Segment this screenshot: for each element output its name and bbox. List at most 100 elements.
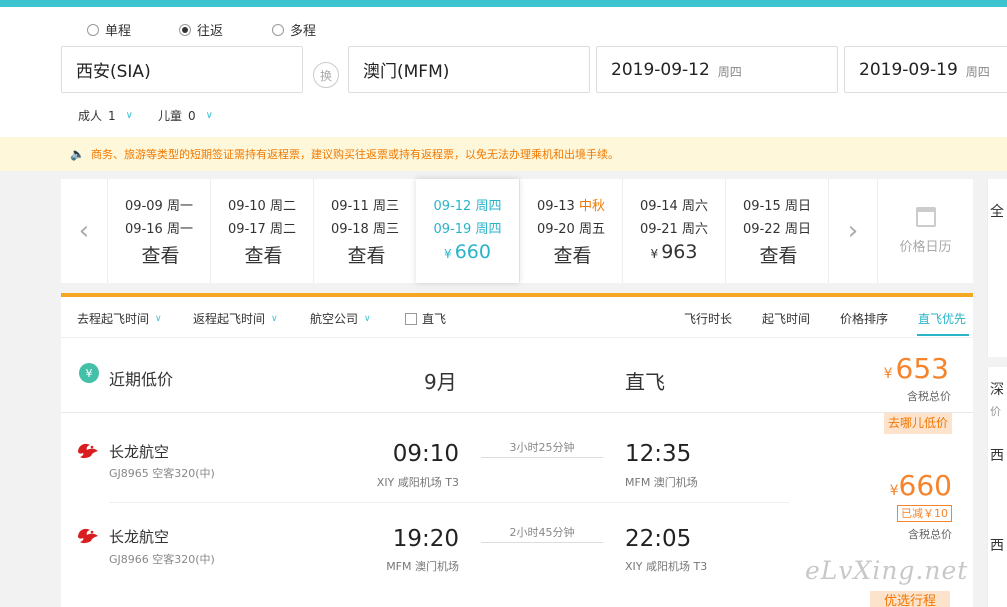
- child-selector[interactable]: 儿童 0 ∨: [158, 107, 213, 124]
- filter-label: 直飞: [422, 312, 447, 326]
- date-cell-selected[interactable]: 09-12 周四 09-19 周四 ¥660: [416, 179, 519, 283]
- trip-type-label: 单程: [105, 24, 132, 39]
- date-line-2: 09-20 周五: [537, 222, 605, 237]
- sort-price[interactable]: 价格排序: [840, 310, 888, 327]
- depart-date-input[interactable]: 2019-09-12 周四: [596, 46, 838, 93]
- from-city-value: 西安(SIA): [76, 62, 151, 82]
- tax-included-label: 含税总价: [907, 390, 951, 403]
- chevron-down-icon: ∨: [205, 110, 213, 121]
- date-price: 查看: [759, 245, 798, 267]
- date-price-bar: ‹ 09-09 周一 09-16 周一 查看 09-10 周二 09-17 周二…: [61, 179, 973, 283]
- adult-selector[interactable]: 成人 1 ∨: [78, 107, 133, 124]
- airline-name: 长龙航空: [109, 528, 170, 546]
- prev-dates-arrow[interactable]: ‹: [61, 179, 107, 283]
- flight-duration: 3小时25分钟: [509, 441, 575, 454]
- to-city-value: 澳门(MFM): [363, 62, 450, 82]
- child-count: 0: [188, 108, 196, 123]
- date-cell[interactable]: 09-15 周日 09-22 周日 查看: [725, 179, 828, 283]
- return-date-input[interactable]: 2019-09-19 周四: [844, 46, 1007, 93]
- to-city-input[interactable]: 澳门(MFM): [348, 46, 590, 93]
- filter-label: 返程起飞时间: [193, 312, 266, 326]
- from-city-input[interactable]: 西安(SIA): [61, 46, 303, 93]
- filter-bar: 去程起飞时间 ∨ 返程起飞时间 ∨ 航空公司 ∨ 直飞 飞行时长 起飞时间 价格…: [61, 297, 973, 337]
- depart-weekday: 周四: [717, 64, 742, 79]
- visa-notice: 🔈 商务、旅游等类型的短期签证需持有返程票，建议购买往返票或持有返程票，以免无法…: [0, 137, 1007, 171]
- duration-line: [481, 542, 603, 543]
- active-sort-underline: [917, 334, 969, 336]
- depart-airport: XIY 咸阳机场 T3: [376, 476, 459, 489]
- return-date-value: 2019-09-19: [859, 59, 958, 80]
- adult-label: 成人: [78, 109, 103, 123]
- chevron-right-icon: ›: [847, 216, 859, 246]
- flight-duration: 2小时45分钟: [509, 526, 575, 539]
- sort-depart-time[interactable]: 起飞时间: [762, 310, 810, 327]
- sort-duration[interactable]: 飞行时长: [684, 310, 732, 327]
- flight-price: ¥660: [889, 469, 952, 502]
- adult-count: 1: [108, 108, 116, 123]
- calendar-label: 价格日历: [899, 240, 952, 255]
- flight-number: GJ8965 空客320(中): [109, 467, 215, 480]
- side-text: 西: [990, 538, 1004, 554]
- radio-checked-icon: [179, 23, 191, 36]
- date-price: ¥963: [650, 241, 698, 263]
- trip-type-oneway[interactable]: 单程: [87, 20, 131, 39]
- date-line-1: 09-10 周二: [228, 199, 296, 214]
- flight-number: GJ8966 空客320(中): [109, 553, 215, 566]
- top-accent-bar: [0, 0, 1007, 7]
- arrive-airport: XIY 咸阳机场 T3: [625, 560, 708, 573]
- chevron-left-icon: ‹: [78, 216, 90, 246]
- trip-type-multi[interactable]: 多程: [272, 20, 316, 39]
- date-line-1: 09-11 周三: [331, 199, 399, 214]
- swap-cities-button[interactable]: 换: [313, 62, 339, 88]
- date-line-1: 09-15 周日: [743, 199, 811, 214]
- date-line-2: 09-18 周三: [331, 222, 399, 237]
- date-line-1: 09-12 周四: [433, 199, 502, 214]
- low-price-amount: ¥653: [883, 352, 949, 385]
- low-price-month: 9月: [424, 370, 457, 394]
- date-cell[interactable]: 09-13 中秋 09-20 周五 查看: [519, 179, 622, 283]
- radio-icon: [87, 23, 99, 36]
- side-text: 深: [990, 382, 1004, 398]
- date-line-1: 09-09 周一: [125, 199, 193, 214]
- recent-low-price-row[interactable]: ¥ 近期低价 9月 直飞 ¥653 含税总价: [61, 337, 973, 412]
- depart-time: 19:20: [392, 526, 459, 552]
- direct-only-checkbox[interactable]: 直飞: [405, 310, 446, 327]
- arrive-airport: MFM 澳门机场: [625, 476, 698, 489]
- outbound-leg: 长龙航空 GJ8965 空客320(中) 09:10 XIY 咸阳机场 T3 3…: [61, 413, 791, 503]
- date-price: 查看: [553, 245, 592, 267]
- airline-filter[interactable]: 航空公司 ∨: [310, 310, 371, 327]
- search-panel: 单程 往返 多程 西安(SIA) 换 澳门(MFM) 2019-09-12 周四…: [0, 7, 1007, 137]
- child-label: 儿童: [158, 109, 183, 123]
- date-cell[interactable]: 09-10 周二 09-17 周二 查看: [210, 179, 313, 283]
- depart-date-value: 2019-09-12: [611, 59, 710, 80]
- chevron-down-icon: ∨: [155, 313, 162, 324]
- chevron-down-icon: ∨: [364, 313, 371, 324]
- depart-time-filter[interactable]: 去程起飞时间 ∨: [77, 310, 162, 327]
- discount-badge: 已减￥10: [897, 505, 952, 522]
- side-panel-top: 全: [987, 179, 1007, 357]
- date-price: 查看: [347, 245, 386, 267]
- sort-direct-first[interactable]: 直飞优先: [918, 310, 966, 327]
- duration-line: [481, 457, 603, 458]
- date-price: 查看: [244, 245, 283, 267]
- side-text: 全: [990, 204, 1004, 220]
- depart-time: 09:10: [392, 441, 459, 467]
- date-line-2: 09-22 周日: [743, 222, 811, 237]
- filter-label: 航空公司: [310, 312, 359, 326]
- date-price: ¥660: [444, 241, 491, 263]
- date-line-2: 09-16 周一: [125, 222, 193, 237]
- date-cell[interactable]: 09-14 周六 09-21 周六 ¥963: [622, 179, 725, 283]
- calendar-icon: [916, 207, 936, 227]
- yen-icon: ¥: [79, 363, 99, 383]
- preferred-itinerary-button[interactable]: 优选行程: [870, 591, 950, 607]
- low-price-type: 直飞: [625, 370, 665, 394]
- price-calendar-button[interactable]: 价格日历: [877, 179, 973, 283]
- date-line-2: 09-19 周四: [433, 222, 502, 237]
- next-dates-arrow[interactable]: ›: [828, 179, 877, 283]
- date-cell[interactable]: 09-09 周一 09-16 周一 查看: [107, 179, 210, 283]
- swap-label: 换: [319, 68, 332, 83]
- return-time-filter[interactable]: 返程起飞时间 ∨: [193, 310, 278, 327]
- date-cell[interactable]: 09-11 周三 09-18 周三 查看: [313, 179, 416, 283]
- trip-type-roundtrip[interactable]: 往返: [179, 20, 223, 39]
- date-price: 查看: [141, 245, 180, 267]
